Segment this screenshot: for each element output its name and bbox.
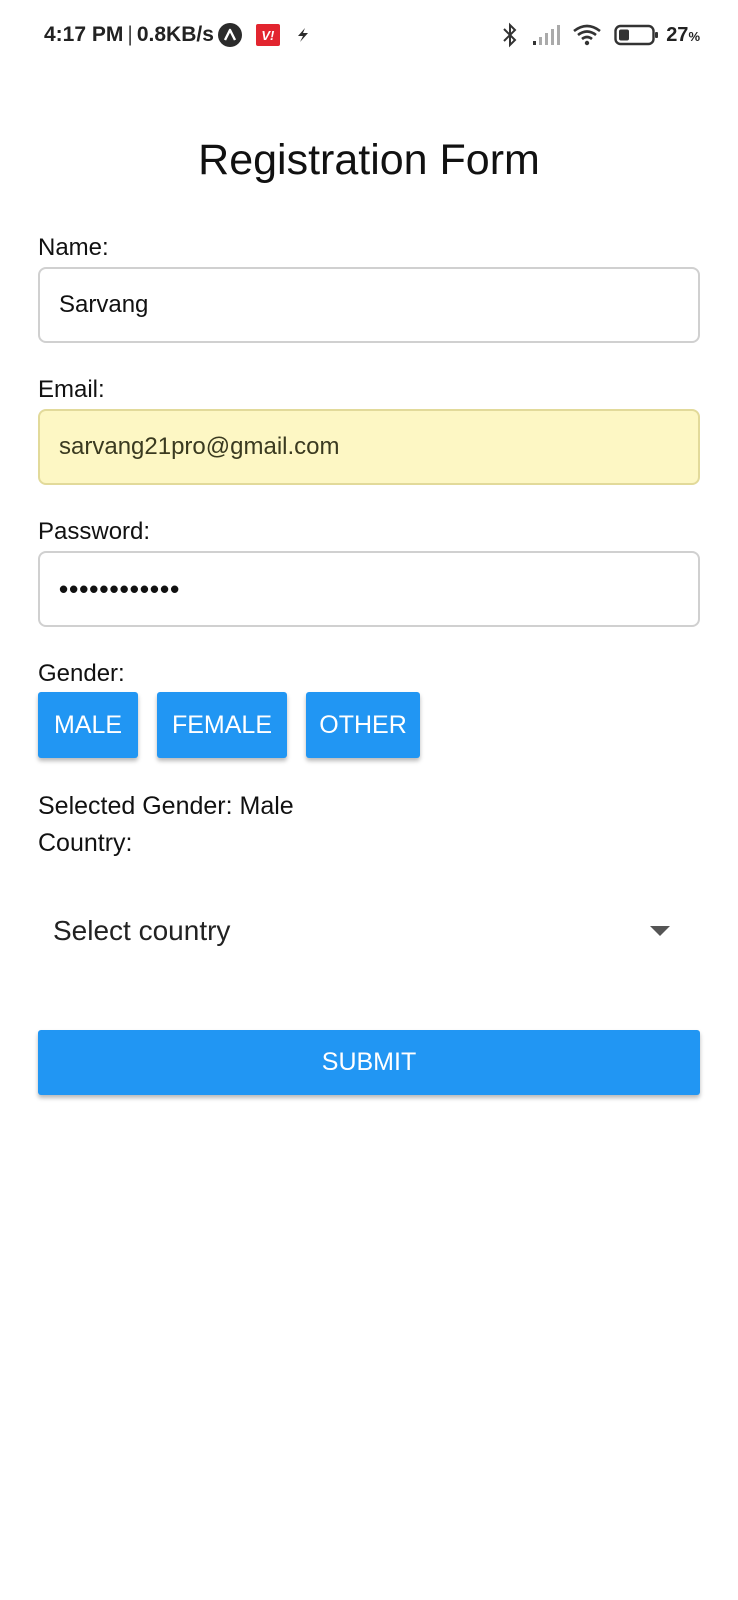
name-field-value: Sarvang: [59, 291, 149, 318]
password-field-value: ••••••••••••: [59, 573, 181, 604]
password-field[interactable]: ••••••••••••: [38, 551, 700, 627]
selected-gender-text: Selected Gender: Male: [38, 792, 294, 820]
status-right: 27%: [500, 20, 700, 50]
country-dropdown-value: Select country: [53, 915, 231, 946]
battery-icon: [614, 24, 660, 46]
dropdown-caret-icon: [650, 926, 670, 936]
status-left: 4:17 PM | 0.8KB/s V!: [44, 20, 312, 50]
battery-percentage: 27%: [666, 24, 700, 47]
country-dropdown[interactable]: Select country: [38, 896, 700, 966]
email-label: Email:: [38, 376, 105, 403]
gender-male-button[interactable]: MALE: [38, 692, 138, 758]
wifi-icon: [572, 23, 602, 47]
status-bar: 4:17 PM | 0.8KB/s V! 27%: [0, 0, 738, 70]
battery-unit: %: [688, 28, 700, 44]
country-label: Country:: [38, 829, 133, 857]
flash-icon: [294, 26, 312, 44]
bluetooth-icon: [500, 22, 520, 48]
name-label: Name:: [38, 234, 109, 261]
gender-button-group: MALE FEMALE OTHER: [38, 692, 420, 758]
submit-button[interactable]: SUBMIT: [38, 1030, 700, 1095]
battery-value: 27: [666, 23, 689, 46]
gender-label: Gender:: [38, 660, 125, 687]
app-a-icon: [217, 23, 242, 47]
email-field-value: sarvang21pro@gmail.com: [59, 433, 340, 460]
page-title: Registration Form: [198, 136, 540, 184]
status-time: 4:17 PM: [44, 23, 124, 46]
email-field[interactable]: sarvang21pro@gmail.com: [38, 409, 700, 485]
gender-female-button[interactable]: FEMALE: [157, 692, 287, 758]
vi-app-icon: V!: [255, 24, 280, 46]
name-field[interactable]: Sarvang: [38, 267, 700, 343]
gender-other-button[interactable]: OTHER: [306, 692, 420, 758]
network-speed: 0.8KB/s: [136, 23, 214, 46]
status-separator: |: [127, 23, 133, 46]
cellular-signal-icon: [532, 24, 561, 46]
password-label: Password:: [38, 518, 151, 545]
